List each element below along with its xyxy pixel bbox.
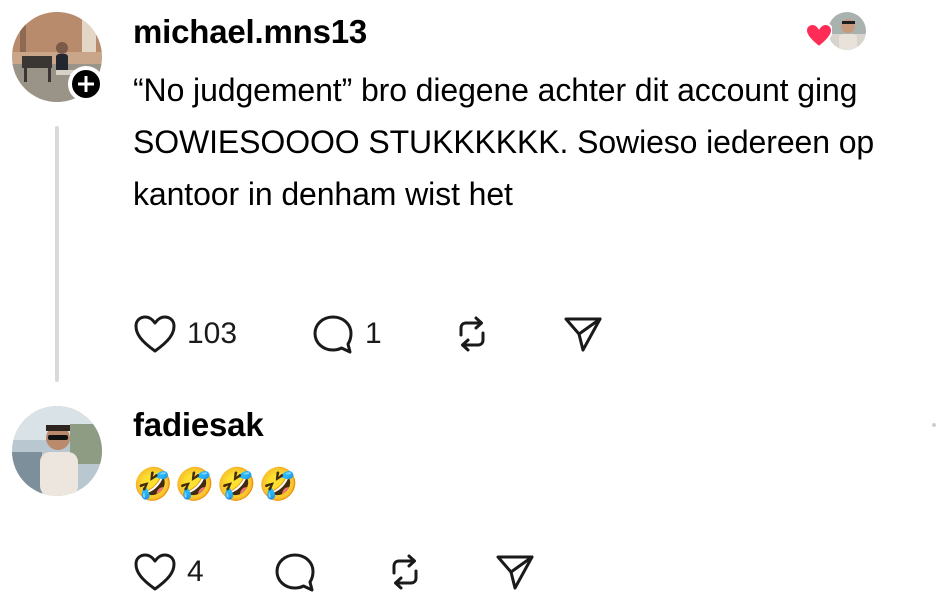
rofl-emoji-icon: 🤣 (133, 466, 173, 502)
repost-button[interactable] (451, 312, 493, 356)
repost-arrows-icon (459, 316, 485, 352)
reply-button[interactable]: 1 (311, 312, 382, 356)
repost-arrows-icon (392, 554, 418, 590)
speech-bubble-icon (313, 315, 353, 354)
rofl-emoji-icon: 🤣 (174, 466, 215, 502)
liked-by-author-indicator (806, 12, 866, 52)
avatar-fadiesak[interactable] (12, 406, 102, 496)
author-avatar (828, 12, 866, 50)
share-button[interactable] (495, 550, 535, 594)
comment-michael: michael.mns13 “No judgement” bro diegene… (0, 0, 938, 390)
plus-icon (78, 76, 94, 92)
heart-outline-icon (134, 315, 176, 353)
repost-button[interactable] (384, 550, 426, 594)
scroll-indicator (932, 423, 936, 427)
speech-bubble-icon (275, 553, 315, 592)
reply-button[interactable] (273, 550, 317, 594)
action-bar: 4 (133, 550, 553, 594)
username[interactable]: fadiesak (133, 406, 264, 444)
follow-button[interactable] (68, 66, 104, 102)
like-button[interactable]: 103 (133, 312, 237, 356)
share-button[interactable] (563, 312, 603, 356)
thread-line (55, 126, 59, 382)
comment-fadiesak: fadiesak 🤣 🤣 🤣 🤣 4 (0, 398, 938, 614)
paper-plane-icon (564, 317, 602, 352)
comment-emoji: 🤣 🤣 🤣 🤣 (133, 460, 298, 508)
red-heart-icon (806, 24, 832, 48)
comment-text: “No judgement” bro diegene achter dit ac… (133, 72, 875, 212)
paper-plane-icon (496, 555, 534, 590)
action-bar: 103 1 (133, 312, 633, 356)
username[interactable]: michael.mns13 (133, 13, 367, 51)
rofl-emoji-icon: 🤣 (216, 466, 257, 502)
reply-count: 1 (365, 317, 382, 350)
like-button[interactable]: 4 (133, 550, 204, 594)
like-count: 103 (187, 317, 238, 350)
rofl-emoji-icon: 🤣 (258, 466, 299, 502)
like-count: 4 (187, 555, 204, 588)
heart-outline-icon (134, 553, 176, 591)
